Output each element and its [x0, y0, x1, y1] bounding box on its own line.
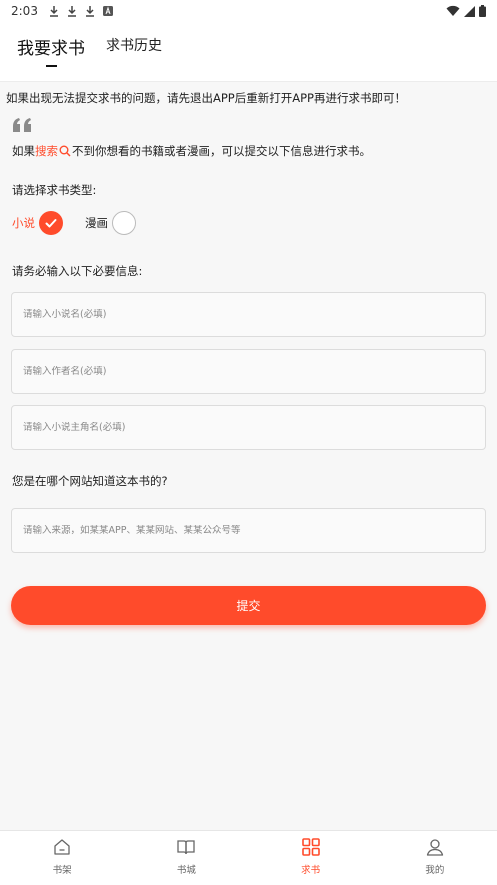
wifi-icon — [446, 5, 460, 16]
protagonist-name-input[interactable] — [23, 422, 485, 433]
bottom-nav: 书架 书城 求书 我的 — [0, 830, 497, 885]
nav-profile-label: 我的 — [425, 865, 445, 876]
nav-profile[interactable]: 我的 — [373, 831, 497, 885]
radio-novel[interactable]: 小说 — [12, 211, 63, 235]
novel-name-input[interactable] — [23, 309, 485, 320]
protagonist-name-field[interactable] — [11, 405, 486, 450]
nav-bookstore-label: 书城 — [176, 865, 196, 876]
download-icon — [85, 6, 94, 17]
source-field[interactable] — [11, 508, 486, 553]
tab-request-book[interactable]: 我要求书 — [17, 34, 85, 59]
signal-icon — [464, 5, 475, 17]
status-time: 2:03 — [11, 4, 38, 18]
quote-icon — [13, 118, 31, 132]
radio-novel-label: 小说 — [12, 216, 35, 230]
type-radio-group: 小说 漫画 — [12, 211, 136, 235]
notice-text: 如果出现无法提交求书的问题，请先退出APP后重新打开APP再进行求书即可！ — [6, 91, 406, 105]
status-bar: 2:03 — [0, 0, 497, 22]
notification-a-icon — [102, 6, 113, 16]
tab-active-indicator — [46, 65, 57, 67]
radio-comic[interactable]: 漫画 — [85, 211, 136, 235]
nav-bookshelf-label: 书架 — [52, 865, 72, 876]
radio-comic-label: 漫画 — [85, 216, 108, 230]
hint-prefix: 如果 — [12, 144, 35, 158]
type-section-label: 请选择求书类型: — [12, 183, 97, 197]
search-icon[interactable] — [59, 145, 71, 157]
download-icon — [67, 6, 76, 17]
novel-name-field[interactable] — [11, 292, 486, 337]
source-input[interactable] — [23, 525, 485, 536]
tab-request-history[interactable]: 求书历史 — [106, 35, 162, 55]
hint-search-link[interactable]: 搜索 — [35, 143, 58, 159]
hint-text: 如果 搜索 不到你想看的书籍或者漫画，可以提交以下信息进行求书。 — [12, 143, 371, 159]
info-section-label: 请务必输入以下必要信息: — [12, 264, 143, 278]
book-icon — [177, 840, 196, 855]
submit-button[interactable]: 提交 — [11, 586, 486, 625]
nav-request-book-label: 求书 — [301, 865, 321, 876]
home-icon — [54, 839, 70, 855]
nav-bookshelf[interactable]: 书架 — [0, 831, 124, 885]
grid-icon — [301, 838, 320, 856]
nav-request-book[interactable]: 求书 — [249, 831, 373, 885]
source-section-label: 您是在哪个网站知道这本书的? — [12, 474, 168, 488]
hint-suffix: 不到你想看的书籍或者漫画，可以提交以下信息进行求书。 — [72, 144, 371, 158]
download-icon — [49, 6, 58, 17]
author-name-field[interactable] — [11, 349, 486, 394]
radio-unchecked-icon[interactable] — [112, 211, 136, 235]
header: 我要求书 求书历史 — [0, 22, 497, 82]
author-name-input[interactable] — [23, 366, 485, 377]
checkmark-icon[interactable] — [39, 211, 63, 235]
nav-bookstore[interactable]: 书城 — [124, 831, 248, 885]
battery-icon — [479, 5, 486, 17]
user-icon — [426, 839, 444, 856]
